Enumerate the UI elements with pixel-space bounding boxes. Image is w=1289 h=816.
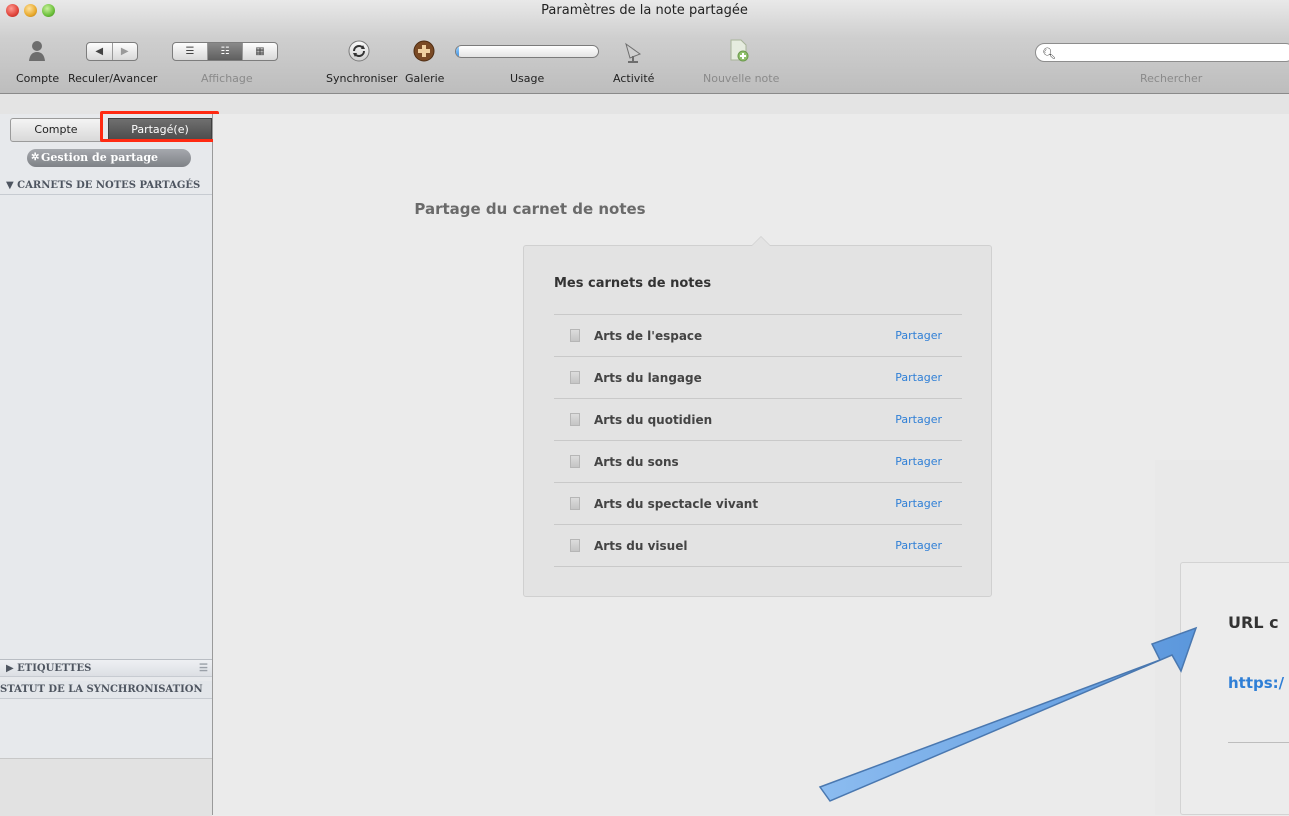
share-link[interactable]: Partager [895, 455, 942, 468]
search-label: Rechercher [1140, 72, 1203, 85]
notebook-name: Arts de l'espace [594, 328, 703, 343]
menu-icon[interactable]: ☰ [199, 660, 208, 676]
new-note-icon[interactable] [728, 39, 750, 63]
sidebar-footer [0, 758, 212, 816]
list-view-icon[interactable]: ☰ [173, 43, 208, 60]
sync-icon[interactable] [348, 40, 370, 62]
tags-label: ETIQUETTES [17, 663, 92, 674]
notebook-name: Arts du spectacle vivant [594, 496, 759, 511]
card-title: Mes carnets de notes [554, 276, 712, 291]
sync-label: Synchroniser [326, 72, 398, 85]
snippet-view-icon[interactable]: ☷ [208, 43, 243, 60]
notebook-icon [570, 371, 580, 384]
thumbnail-view-icon[interactable]: ▦ [243, 43, 277, 60]
usage-bar [455, 45, 599, 58]
back-forward-label: Reculer/Avancer [68, 72, 158, 85]
window-title: Paramètres de la note partagée [541, 3, 748, 18]
sync-status-header: STATUT DE LA SYNCHRONISATION [0, 681, 212, 699]
share-link[interactable]: Partager [895, 371, 942, 384]
page-heading: Partage du carnet de notes [414, 200, 646, 218]
activity-icon[interactable] [622, 40, 644, 64]
sharing-management-button[interactable]: ✲ Gestion de partage [27, 149, 191, 167]
tab-compte[interactable]: Compte [10, 118, 102, 142]
notebook-row: Arts du langage Partager [554, 356, 962, 398]
usage-label: Usage [510, 72, 545, 85]
share-link[interactable]: Partager [895, 413, 942, 426]
view-mode-label: Affichage [201, 72, 253, 85]
url-divider [1228, 742, 1289, 743]
notebook-name: Arts du sons [594, 454, 679, 469]
notebook-icon [570, 497, 580, 510]
url-link[interactable]: https:/ [1228, 674, 1284, 692]
notebook-name: Arts du visuel [594, 538, 688, 553]
notebook-list: Arts de l'espace Partager Arts du langage P… [554, 314, 962, 567]
search-icon: 🔍︎ [1042, 47, 1056, 60]
sidebar [0, 114, 213, 815]
gallery-label: Galerie [405, 72, 445, 85]
url-title: URL c [1228, 613, 1279, 632]
notebook-row: Arts de l'espace Partager [554, 314, 962, 356]
back-arrow-icon[interactable]: ◀ [87, 43, 113, 60]
view-mode-control[interactable]: ☰ ☷ ▦ [172, 42, 278, 61]
notebooks-card: Mes carnets de notes Arts de l'espace Par… [523, 245, 992, 597]
gear-icon: ✲ [31, 152, 40, 163]
forward-arrow-icon[interactable]: ▶ [113, 43, 138, 60]
notebook-row: Arts du sons Partager [554, 440, 962, 482]
activity-label: Activité [613, 72, 655, 85]
notebook-icon [570, 329, 580, 342]
new-note-label: Nouvelle note [703, 72, 780, 85]
disclosure-down-icon: ▼ [6, 180, 18, 191]
card-pointer-inner [752, 237, 770, 246]
notebook-name: Arts du quotidien [594, 412, 713, 427]
notebook-icon [570, 413, 580, 426]
share-link[interactable]: Partager [895, 539, 942, 552]
sharing-management-label: Gestion de partage [41, 151, 159, 164]
account-icon[interactable] [28, 40, 46, 62]
back-forward-control[interactable]: ◀ ▶ [86, 42, 138, 61]
notebook-row: Arts du quotidien Partager [554, 398, 962, 440]
share-link[interactable]: Partager [895, 329, 942, 342]
tags-header[interactable]: ▶ ETIQUETTES ☰ [0, 659, 212, 677]
notebook-row: Arts du visuel Partager [554, 524, 962, 567]
shared-notebooks-header[interactable]: ▼ CARNETS DE NOTES PARTAGÉS [0, 177, 212, 195]
notebook-icon [570, 539, 580, 552]
search-input[interactable]: 🔍︎ [1035, 43, 1289, 62]
share-link[interactable]: Partager [895, 497, 942, 510]
window-toolbar: Paramètres de la note partagée Compte ◀ … [0, 0, 1289, 94]
usage-fill [456, 46, 459, 57]
account-label: Compte [16, 72, 60, 85]
notebook-row: Arts du spectacle vivant Partager [554, 482, 962, 524]
notebook-icon [570, 455, 580, 468]
shared-notebooks-label: CARNETS DE NOTES PARTAGÉS [17, 180, 201, 191]
notebook-name: Arts du langage [594, 370, 702, 385]
highlight-box [100, 111, 219, 142]
disclosure-right-icon: ▶ [6, 663, 18, 674]
gallery-icon[interactable] [413, 40, 435, 62]
